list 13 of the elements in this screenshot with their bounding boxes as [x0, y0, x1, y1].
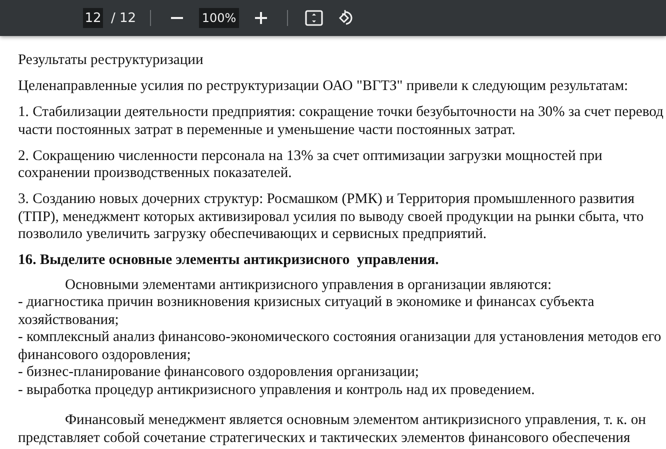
paragraph: Целенаправленные усилия по реструктуризации ОАО "ВГТЗ" привели к следующим результатам: [18, 78, 628, 96]
page-number-field[interactable]: 12 [83, 8, 103, 28]
section-heading: 16. Выделите основные элементы антикризисного управления. [18, 252, 439, 270]
paragraph: Результаты реструктуризации [18, 52, 204, 70]
page-total: / 12 [111, 10, 136, 26]
paragraph: 2. Сокращению численности персонала на 13% за счет оптимизации загрузки мощностей при сохранении производственных показателей. [18, 148, 602, 182]
zoom-field[interactable]: 100% [199, 8, 240, 28]
fit-page-icon [305, 10, 324, 26]
plus-icon [254, 11, 268, 25]
paragraph: Финансовый менеджмент является основным элементом антикризисного управления, т. к. он представляет собой сочетание стратегических и тактических элементов финансового обеспечения [18, 412, 646, 447]
paragraph: 1. Стабилизации деятельности предприятия: сокращение точки безубыточности на 30% за счет перевод части постоянных затрат в переменные и уменьшение части постоянных затрат. [18, 104, 664, 139]
paragraph: Основными элементами антикризисного управления в организации являются: - диагностика причин возникновения кризисных ситуаций в экономике и финансах субъекта хозяйствования; - комплексный анализ финансово-экономического состояния оганизации для установления методов его финансового оздоровления; - бизнес-планирование финансового оздоровления организации; - выработка процедур антикризисного управления и контроль над их проведением. [18, 276, 662, 399]
paragraph: 3. Созданию новых дочерних структур: Росмашком (РМК) и Территория промышленного развития (ТПР), менеджмент которых активизировал усилия по выводу своей продукции на рынки сбыта, что позволило увеличить загрузку обеспечивающих и сервисных предприятий. [18, 191, 644, 244]
